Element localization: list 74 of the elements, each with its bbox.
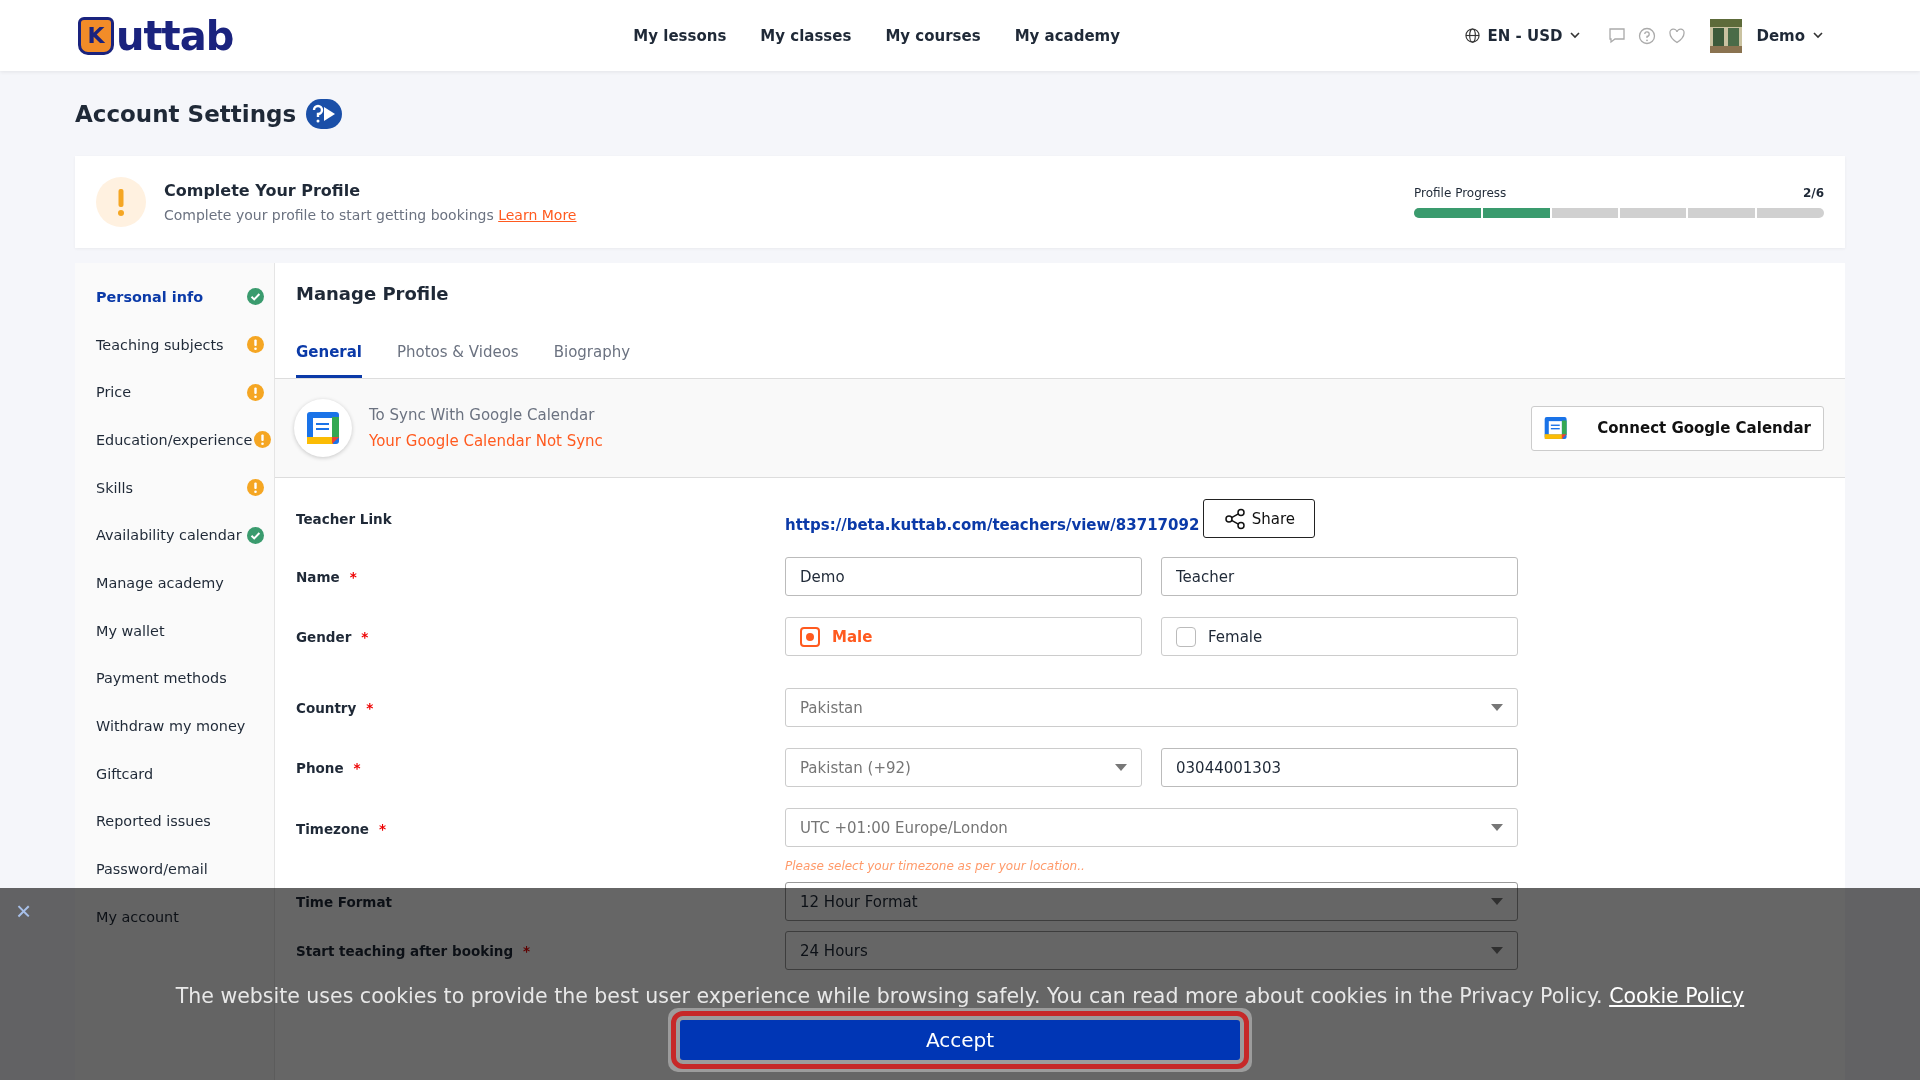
field-label: Start teaching after booking * <box>296 943 531 959</box>
page-title: Account Settings <box>75 100 297 127</box>
tab[interactable]: Photos & Videos <box>397 333 519 378</box>
tab[interactable]: Biography <box>553 333 631 378</box>
nav-link[interactable]: My courses <box>885 26 981 45</box>
sidebar-item[interactable]: Teaching subjects <box>75 320 274 369</box>
chevron-down-icon <box>1570 32 1581 39</box>
sidebar-item[interactable]: Availability calendar <box>75 511 274 560</box>
field-label: Teacher Link <box>296 510 393 527</box>
warning-icon <box>247 479 264 497</box>
nav-link[interactable]: My academy <box>1014 26 1121 45</box>
sidebar-item[interactable]: Reported issues <box>75 797 274 846</box>
user-menu[interactable]: Demo <box>1756 26 1823 45</box>
globe-icon <box>1464 28 1480 43</box>
notice-text: Complete your profile to start getting bookings Learn More <box>164 207 577 223</box>
sidebar-item[interactable]: Education/experience <box>75 416 274 464</box>
caret-icon <box>1115 764 1127 771</box>
help-icon[interactable] <box>1638 26 1657 45</box>
progress-label: Profile Progress <box>1414 186 1507 200</box>
language-currency-selector[interactable]: EN - USD <box>1464 26 1581 45</box>
warning-icon <box>254 431 272 449</box>
cookie-policy-link[interactable]: Cookie Policy <box>1609 984 1745 1008</box>
calendar-icon <box>1544 414 1568 442</box>
field-label: Gender * <box>296 628 370 645</box>
sidebar-item[interactable]: Personal info <box>75 273 274 321</box>
sync-text: To Sync With Google Calendar <box>369 406 596 424</box>
logo-mark[interactable]: K <box>78 16 114 55</box>
text-field[interactable]: Teacher <box>1161 557 1518 596</box>
caret-icon <box>1491 898 1503 905</box>
select-field[interactable]: Pakistan (+92) <box>785 748 1142 787</box>
sidebar-item[interactable]: Giftcard <box>75 749 274 798</box>
field-label: Time Format <box>296 894 392 910</box>
field-label: Phone * <box>296 759 362 776</box>
hint-text: Please select your timezone as per your location.. <box>785 859 1086 873</box>
sidebar-item[interactable]: Withdraw my money <box>75 702 274 750</box>
caret-icon <box>1491 824 1503 831</box>
progress-count: 2/6 <box>1802 186 1824 200</box>
text-field[interactable]: 03044001303 <box>1161 748 1518 787</box>
chevron-down-icon <box>1813 32 1823 39</box>
logo-text[interactable]: uttab <box>116 15 234 56</box>
sync-status: Your Google Calendar Not Sync <box>369 432 603 450</box>
cookie-text: The website uses cookies to provide the best user experience while browsing safely. You can read more about cookies in the Privacy Policy. Cookie Policy <box>175 984 1745 1008</box>
section-title: Manage Profile <box>295 282 450 305</box>
select-field[interactable]: Pakistan <box>785 688 1518 727</box>
calendar-icon <box>306 411 340 445</box>
sidebar-item[interactable]: My wallet <box>75 606 274 655</box>
heart-icon[interactable] <box>1668 26 1687 45</box>
notice-title: Complete Your Profile <box>164 181 362 200</box>
alert-icon <box>96 177 146 227</box>
sidebar-item[interactable]: Payment methods <box>75 654 274 703</box>
sidebar-item[interactable]: Price <box>75 368 274 417</box>
sidebar-item[interactable]: Password/email <box>75 845 274 893</box>
text-field[interactable]: Demo <box>785 557 1142 596</box>
warning-icon <box>247 336 264 354</box>
field-label: Name * <box>296 568 358 585</box>
radio-option[interactable]: Female <box>1161 617 1518 656</box>
field-label: Timezone * <box>296 821 387 837</box>
connect-calendar-button[interactable]: Connect Google Calendar <box>1531 405 1824 451</box>
share-icon <box>1223 507 1246 530</box>
share-button[interactable]: Share <box>1203 499 1316 538</box>
field-label: Country * <box>296 700 374 716</box>
help-video-icon[interactable] <box>306 98 343 129</box>
sidebar-item[interactable]: Manage academy <box>75 559 274 607</box>
nav-link[interactable]: My classes <box>760 26 852 45</box>
nav-link[interactable]: My lessons <box>633 26 727 45</box>
check-icon <box>247 526 264 544</box>
caret-icon <box>1491 947 1503 954</box>
sidebar-item[interactable]: Skills <box>75 463 274 512</box>
teacher-link[interactable]: https://beta.kuttab.com/teachers/view/83717092 <box>785 503 1200 534</box>
caret-icon <box>1491 704 1503 711</box>
check-icon <box>247 288 264 306</box>
chat-icon[interactable] <box>1608 26 1627 45</box>
select-field[interactable]: UTC +01:00 Europe/London <box>785 808 1518 847</box>
warning-icon <box>247 383 264 401</box>
